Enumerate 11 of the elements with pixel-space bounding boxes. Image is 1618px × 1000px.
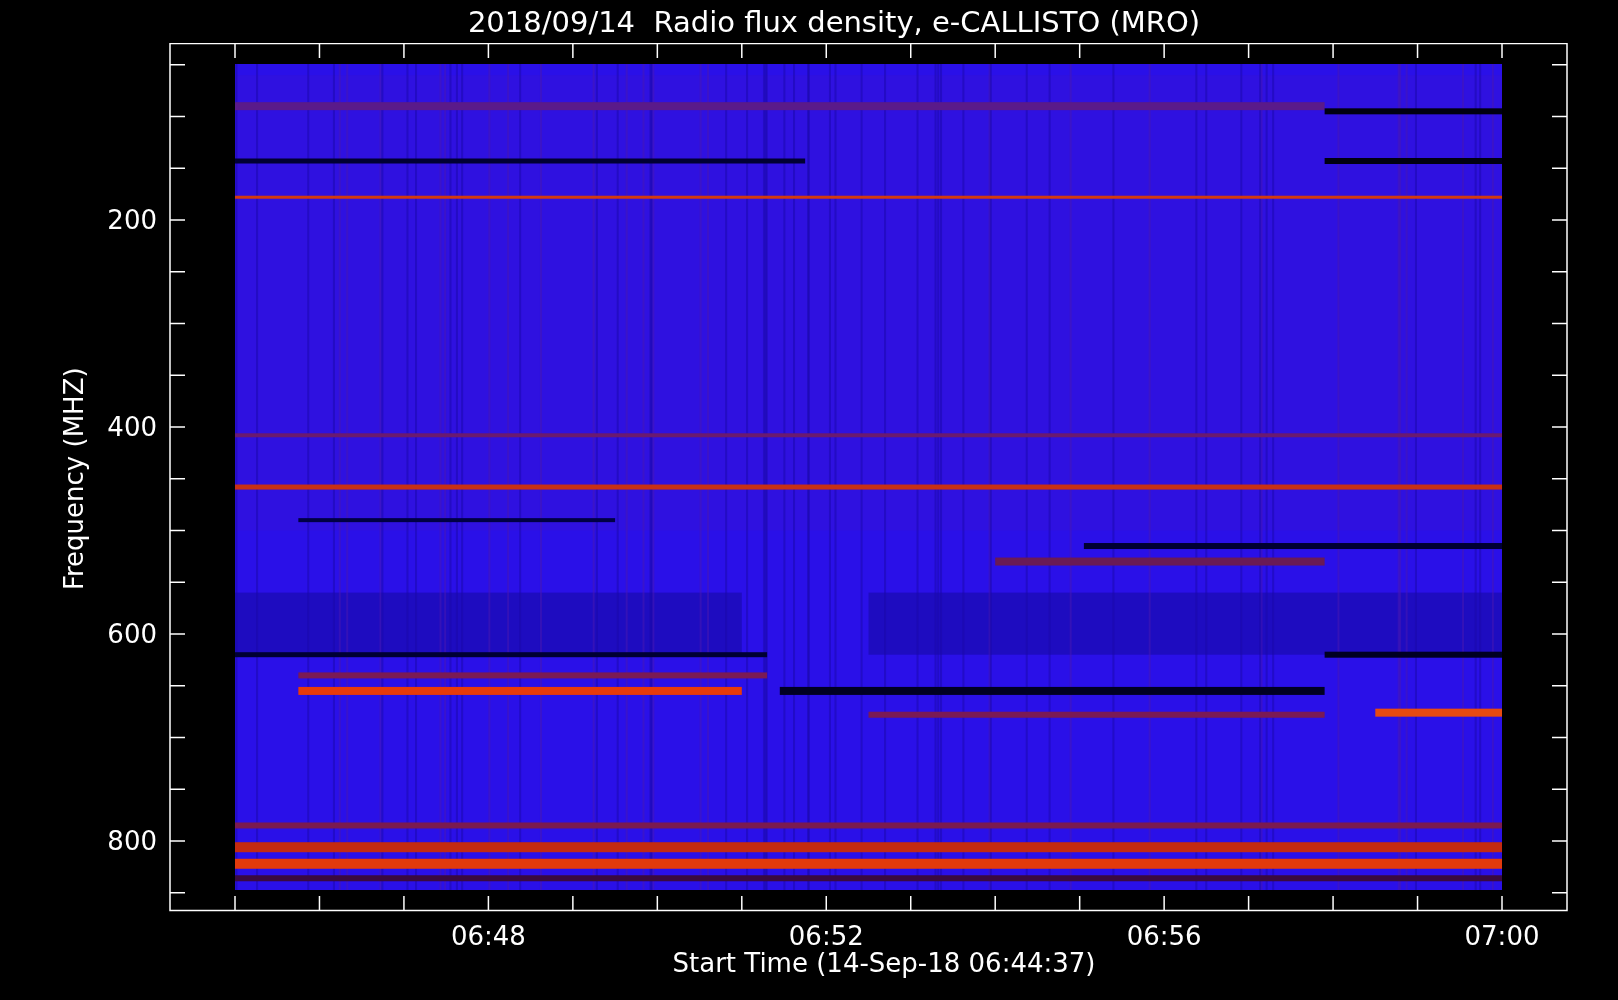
y-tick-label: 200 — [107, 205, 157, 235]
y-tick-label: 600 — [107, 619, 157, 649]
x-axis-label: Start Time (14-Sep-18 06:44:37) — [672, 948, 1096, 978]
y-axis-label: Frequency (MHZ) — [59, 367, 89, 591]
y-tick-label: 400 — [107, 412, 157, 442]
x-tick-label: 06:56 — [1126, 921, 1202, 951]
x-tick-label: 06:52 — [788, 921, 864, 951]
x-tick-label: 06:48 — [450, 921, 526, 951]
y-tick-label: 800 — [107, 826, 157, 856]
chart-title: 2018/09/14 Radio flux density, e-CALLISTO (MRO) — [466, 4, 1201, 39]
x-tick-label: 07:00 — [1464, 921, 1540, 951]
